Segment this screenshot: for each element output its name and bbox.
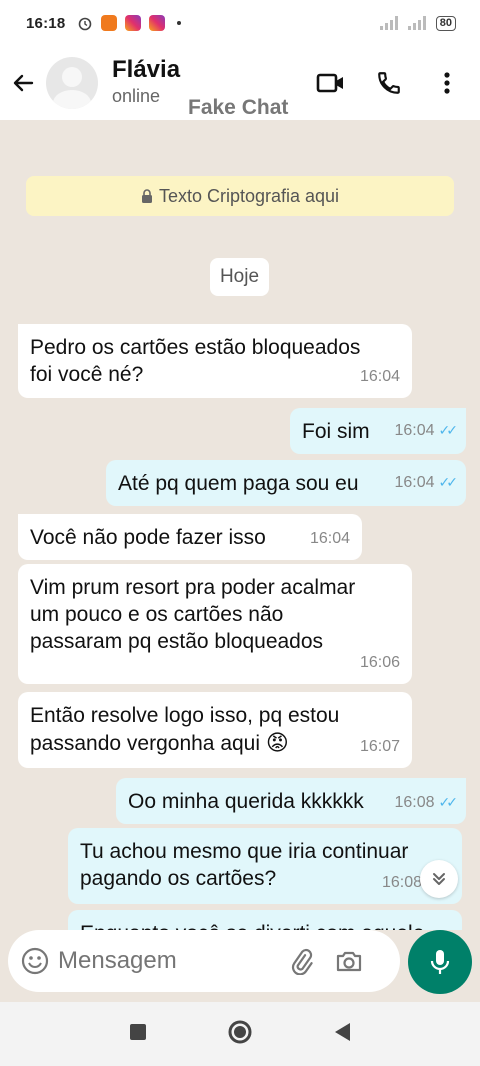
status-bar: 16:18 80 (0, 0, 480, 46)
phone-icon (378, 72, 400, 94)
more-vert-icon (444, 72, 450, 94)
home-button[interactable] (227, 1019, 253, 1050)
message-bubble-incoming[interactable]: Você não pode fazer isso 16:04 (18, 514, 362, 560)
message-bubble-outgoing[interactable]: Foi sim 16:04 ✓✓ (290, 408, 466, 454)
date-chip: Hoje (210, 258, 269, 296)
message-time: 16:04 (309, 530, 350, 547)
message-text: Enquanto você se diverti com aquele (80, 920, 450, 930)
triangle-back-icon (335, 1022, 350, 1041)
message-text: Pedro os cartões estão bloqueados (30, 336, 361, 359)
composer-bar (0, 930, 480, 1002)
angry-emoji: 😡 (265, 730, 289, 755)
header-actions (316, 68, 480, 98)
message-bubble-outgoing[interactable]: Até pq quem paga sou eu 16:04 ✓✓ (106, 460, 466, 506)
message-input[interactable] (58, 947, 278, 975)
chat-header: Flávia online Fake Chat (0, 46, 480, 120)
status-right: 80 (379, 15, 456, 31)
circle-icon (228, 1020, 252, 1043)
status-notification-icons (77, 15, 182, 31)
contact-name: Flávia (112, 56, 181, 83)
encryption-notice-text: Texto Criptografia aqui (158, 185, 340, 206)
message-bubble-outgoing[interactable]: Enquanto você se diverti com aquele (68, 910, 462, 930)
message-text: Tu achou mesmo que iria continuar (80, 840, 409, 863)
back-button[interactable] (0, 60, 46, 106)
message-time: 16:04 (359, 368, 400, 385)
message-meta: 16:08 ✓✓ (394, 789, 459, 816)
recents-button[interactable] (129, 1023, 147, 1046)
message-meta: 16:04 (310, 525, 350, 552)
encryption-notice[interactable]: Texto Criptografia aqui (26, 176, 454, 216)
mic-icon (430, 950, 450, 974)
message-bubble-incoming[interactable]: Então resolve logo isso, pq estou passan… (18, 692, 412, 768)
mic-button[interactable] (408, 930, 472, 994)
attach-button[interactable] (284, 944, 318, 978)
watermark: Fake Chat (188, 96, 289, 119)
app-notification-icon (101, 15, 118, 31)
paperclip-icon (291, 948, 313, 975)
message-bubble-outgoing[interactable]: Oo minha querida kkkkkk 16:08 ✓✓ (116, 778, 466, 824)
read-ticks-icon: ✓✓ (438, 794, 459, 810)
message-meta: 16:08 (382, 869, 422, 896)
composer-pill (8, 930, 400, 992)
message-time: 16:08 (394, 794, 435, 811)
message-time: 16:06 (359, 654, 400, 671)
lock-icon (141, 189, 152, 203)
message-meta: 16:07 (360, 733, 400, 760)
message-time: 16:07 (359, 738, 400, 755)
signal-icon (407, 16, 426, 30)
message-time: 16:08 (381, 874, 422, 891)
message-meta: 16:04 ✓✓ (394, 469, 459, 496)
arrow-left-icon (13, 74, 34, 92)
read-ticks-icon: ✓✓ (438, 422, 459, 438)
voice-call-button[interactable] (374, 68, 404, 98)
instagram-icon (149, 15, 166, 31)
message-time: 16:04 (394, 422, 435, 439)
emoji-icon (21, 947, 49, 975)
message-bubble-outgoing[interactable]: Tu achou mesmo que iria continuar pagand… (68, 828, 462, 904)
contact-info[interactable]: Flávia online (112, 57, 180, 109)
instagram-icon (125, 15, 142, 31)
double-chevron-down-icon (433, 873, 445, 885)
message-meta: 16:06 (360, 649, 400, 676)
message-time: 16:04 (394, 474, 435, 491)
emoji-button[interactable] (20, 946, 50, 976)
scroll-to-bottom-button[interactable] (420, 860, 458, 898)
back-nav-button[interactable] (333, 1022, 351, 1047)
read-ticks-icon: ✓✓ (438, 474, 459, 490)
message-bubble-incoming[interactable]: Vim prum resort pra poder acalmar um pou… (18, 564, 412, 684)
camera-icon (336, 951, 362, 972)
more-notifications-dot (177, 21, 182, 25)
message-text: passaram pq estão bloqueados (30, 630, 324, 653)
contact-status: online (112, 86, 161, 106)
alarm-icon (79, 17, 92, 31)
message-text: um pouco e os cartões não (30, 603, 284, 626)
message-text: passando vergonha aqui (30, 732, 261, 755)
chat-area[interactable]: Texto Criptografia aqui Hoje Pedro os ca… (0, 120, 480, 930)
message-text: foi você né? (30, 363, 144, 386)
square-icon (130, 1023, 146, 1040)
video-call-icon (316, 73, 343, 93)
date-chip-label: Hoje (219, 266, 260, 287)
battery-indicator: 80 (435, 15, 456, 31)
system-nav-bar (0, 1002, 480, 1066)
status-time: 16:18 (26, 14, 66, 32)
message-meta: 16:04 (360, 363, 400, 390)
camera-button[interactable] (332, 944, 366, 978)
video-call-button[interactable] (316, 68, 346, 98)
more-options-button[interactable] (432, 68, 462, 98)
message-text: Vim prum resort pra poder acalmar (30, 576, 356, 599)
avatar[interactable] (46, 57, 98, 109)
message-meta: 16:04 ✓✓ (394, 417, 459, 444)
message-text: Você não pode fazer isso (30, 526, 266, 549)
signal-icon (379, 16, 398, 30)
message-text: Então resolve logo isso, pq estou (30, 704, 340, 727)
message-bubble-incoming[interactable]: Pedro os cartões estão bloqueados foi vo… (18, 324, 412, 398)
